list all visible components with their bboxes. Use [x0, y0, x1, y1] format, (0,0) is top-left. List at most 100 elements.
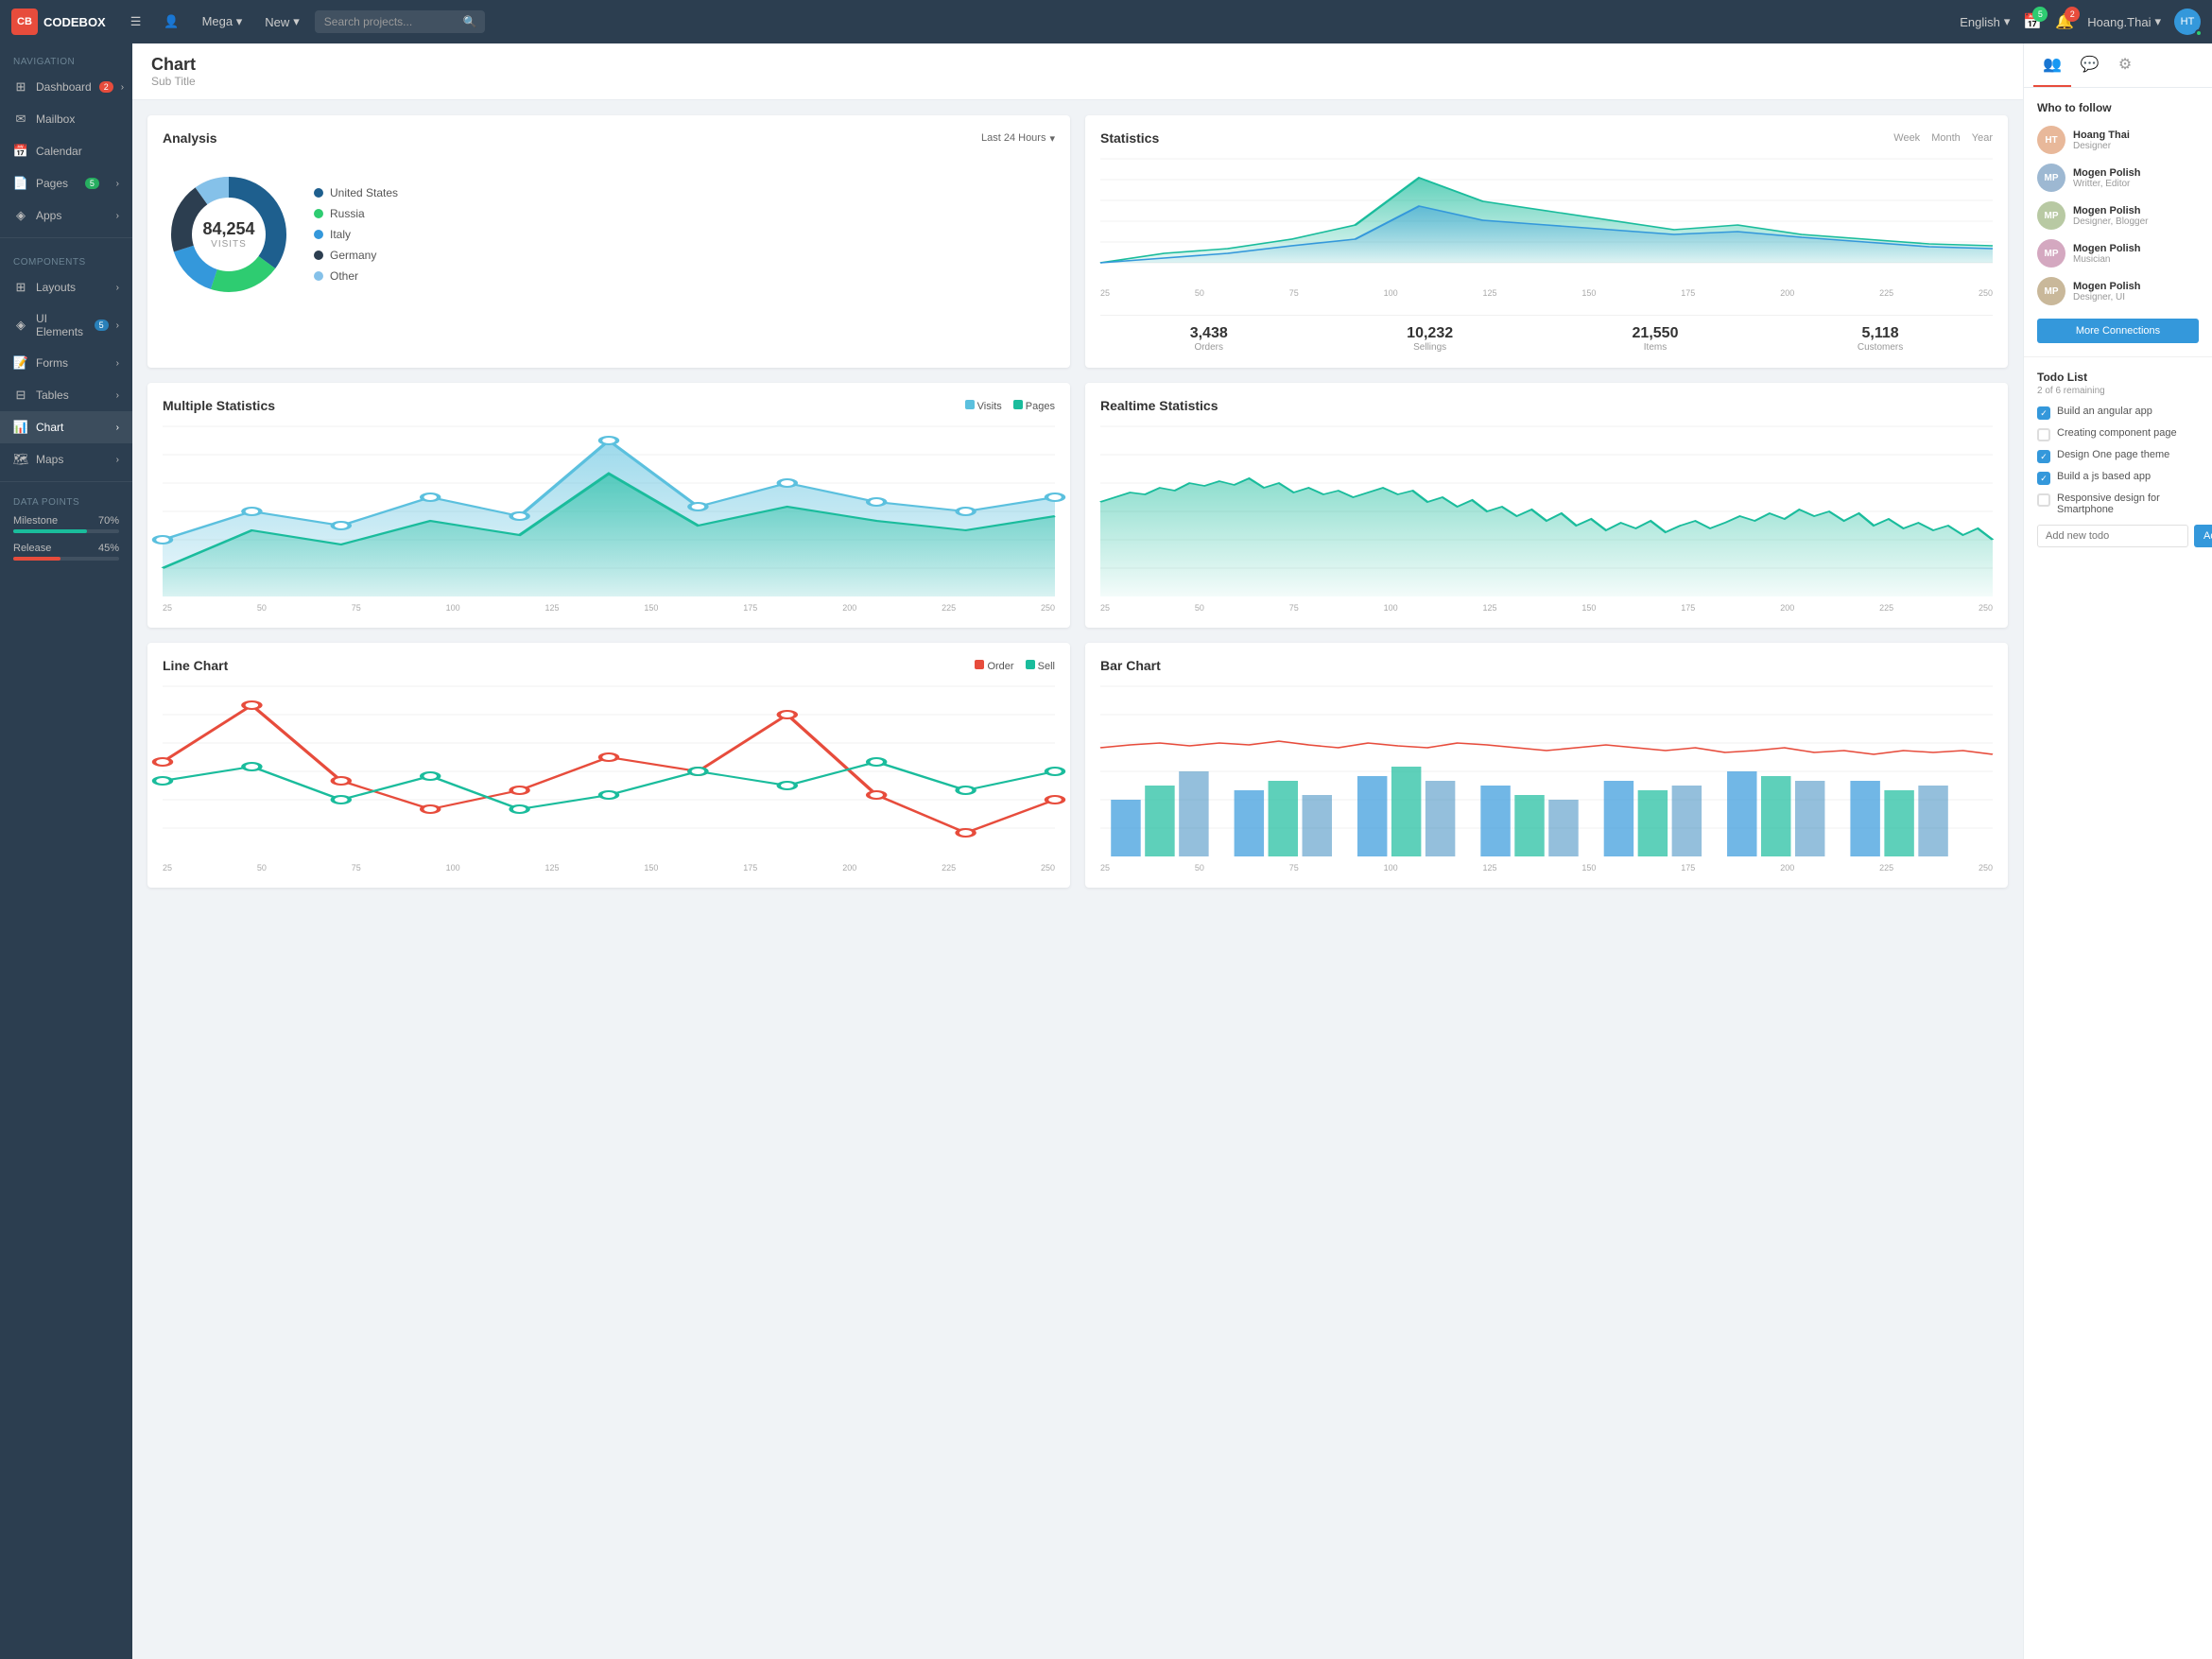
main-content: Chart Sub Title Analysis Last 24 Hours ▾ [132, 43, 2023, 1659]
line-chart-card: Line Chart Order Sell [147, 643, 1070, 888]
search-input[interactable] [315, 10, 485, 33]
user-menu[interactable]: Hoang.Thai ▾ [2087, 14, 2161, 29]
release-progress: Release 45% [13, 543, 119, 561]
calendar-button[interactable]: 📅 5 [2023, 12, 2042, 31]
top-navigation: CB CODEBOX ☰ 👤 Mega ▾ New ▾ 🔍 English ▾ … [0, 0, 2212, 43]
legend-item: Germany [314, 249, 398, 262]
chevron-right-icon: › [116, 320, 119, 331]
mega-menu-button[interactable]: Mega ▾ [195, 10, 251, 33]
sidebar-item-forms[interactable]: 📝 Forms › [0, 347, 132, 379]
follow-item: HT Hoang Thai Designer [2037, 126, 2199, 154]
todo-item: Creating component page [2037, 427, 2199, 441]
dashboard-badge: 2 [99, 81, 113, 93]
data-points-label: Data Points [13, 497, 119, 508]
realtime-title: Realtime Statistics [1100, 398, 1218, 413]
who-to-follow-section: Who to follow HT Hoang Thai Designer MP … [2024, 88, 2212, 357]
avatar: MP [2037, 239, 2065, 268]
avatar: HT [2037, 126, 2065, 154]
sidebar: Navigation ⊞ Dashboard 2 › ✉ Mailbox 📅 C… [0, 43, 132, 1659]
todo-item: ✓ Design One page theme [2037, 449, 2199, 463]
layouts-icon: ⊞ [13, 280, 28, 295]
chevron-right-icon: › [116, 455, 119, 465]
statistics-tabs: Week Month Year [1893, 132, 1993, 144]
multiple-legend: Visits Pages [965, 400, 1055, 412]
todo-checkbox[interactable] [2037, 428, 2050, 441]
notifications-button[interactable]: 🔔 2 [2055, 12, 2074, 31]
legend-item: Italy [314, 228, 398, 241]
donut-value: 84,254 [202, 219, 254, 239]
sidebar-item-label: Tables [36, 389, 69, 402]
new-menu-button[interactable]: New ▾ [257, 10, 307, 33]
sidebar-item-label: Layouts [36, 281, 76, 294]
sidebar-item-label: Maps [36, 453, 63, 466]
chart-row-3: Line Chart Order Sell [147, 643, 2008, 888]
tab-month[interactable]: Month [1931, 132, 1961, 144]
pages-badge: 5 [85, 178, 99, 189]
page-header: Chart Sub Title [132, 43, 2023, 100]
avatar: MP [2037, 164, 2065, 192]
sidebar-item-calendar[interactable]: 📅 Calendar [0, 135, 132, 167]
multiple-title: Multiple Statistics [163, 398, 275, 413]
rp-tab-messages[interactable]: 💬 [2071, 43, 2109, 87]
logo[interactable]: CB CODEBOX [11, 9, 106, 35]
chart-row-1: Analysis Last 24 Hours ▾ [147, 115, 2008, 368]
right-panel-tabs: 👥 💬 ⚙ [2024, 43, 2212, 88]
todo-checkbox[interactable]: ✓ [2037, 472, 2050, 485]
stat-sellings: 10,232 Sellings [1407, 325, 1453, 353]
who-to-follow-title: Who to follow [2037, 101, 2199, 114]
realtime-statistics-card: Realtime Statistics [1085, 383, 2008, 628]
todo-label: Creating component page [2057, 427, 2177, 439]
todo-checkbox[interactable] [2037, 493, 2050, 507]
add-todo-button[interactable]: Add [2194, 525, 2212, 547]
hamburger-button[interactable]: ☰ [123, 10, 149, 33]
chevron-right-icon: › [121, 82, 124, 93]
ui-badge: 5 [95, 320, 109, 331]
tab-year[interactable]: Year [1972, 132, 1993, 144]
todo-item: ✓ Build a js based app [2037, 471, 2199, 485]
follow-item: MP Mogen Polish Designer, Blogger [2037, 201, 2199, 230]
sidebar-item-tables[interactable]: ⊟ Tables › [0, 379, 132, 411]
donut-label: VISITS [202, 239, 254, 250]
milestone-progress: Milestone 70% [13, 515, 119, 533]
avatar-button[interactable]: HT [2174, 9, 2201, 35]
sidebar-item-dashboard[interactable]: ⊞ Dashboard 2 › [0, 71, 132, 103]
tab-week[interactable]: Week [1893, 132, 1920, 144]
sidebar-item-label: Chart [36, 421, 63, 434]
sidebar-item-apps[interactable]: ◈ Apps › [0, 199, 132, 232]
more-connections-button[interactable]: More Connections [2037, 319, 2199, 343]
todo-subtitle: 2 of 6 remaining [2037, 386, 2199, 396]
todo-checkbox[interactable]: ✓ [2037, 406, 2050, 420]
todo-item: Responsive design for Smartphone [2037, 493, 2199, 515]
follow-item: MP Mogen Polish Writter, Editor [2037, 164, 2199, 192]
calendar-badge: 5 [2032, 7, 2048, 22]
language-selector[interactable]: English ▾ [1960, 14, 2010, 29]
pages-icon: 📄 [13, 176, 28, 191]
chevron-right-icon: › [116, 179, 119, 189]
sidebar-item-layouts[interactable]: ⊞ Layouts › [0, 271, 132, 303]
search-wrap: 🔍 [315, 10, 485, 33]
sidebar-item-chart[interactable]: 📊 Chart › [0, 411, 132, 443]
sidebar-item-mailbox[interactable]: ✉ Mailbox [0, 103, 132, 135]
bar-chart-svg [1100, 686, 1993, 856]
stat-orders: 3,438 Orders [1190, 325, 1228, 353]
legend-item: Russia [314, 207, 398, 220]
todo-input[interactable] [2037, 525, 2188, 547]
nav-section-label: Navigation [0, 43, 132, 71]
sidebar-item-label: Dashboard [36, 80, 92, 94]
stat-items: 21,550 Items [1633, 325, 1679, 353]
todo-add-section: Add [2037, 525, 2199, 547]
rp-tab-settings[interactable]: ⚙ [2109, 43, 2141, 87]
rp-tab-contacts[interactable]: 👥 [2033, 43, 2071, 87]
sidebar-item-ui-elements[interactable]: ◈ UI Elements 5 › [0, 303, 132, 347]
mailbox-icon: ✉ [13, 112, 28, 127]
todo-checkbox[interactable]: ✓ [2037, 450, 2050, 463]
todo-label: Responsive design for Smartphone [2057, 493, 2199, 515]
time-selector[interactable]: Last 24 Hours ▾ [981, 132, 1055, 145]
donut-legend: United States Russia Italy [314, 186, 398, 283]
follow-info: Mogen Polish Designer, Blogger [2073, 205, 2199, 227]
multiple-chart [163, 426, 1055, 596]
chart-icon: 📊 [13, 420, 28, 435]
sidebar-item-pages[interactable]: 📄 Pages 5 › [0, 167, 132, 199]
sidebar-item-maps[interactable]: 🗺 Maps › [0, 443, 132, 475]
user-button[interactable]: 👤 [156, 10, 186, 33]
